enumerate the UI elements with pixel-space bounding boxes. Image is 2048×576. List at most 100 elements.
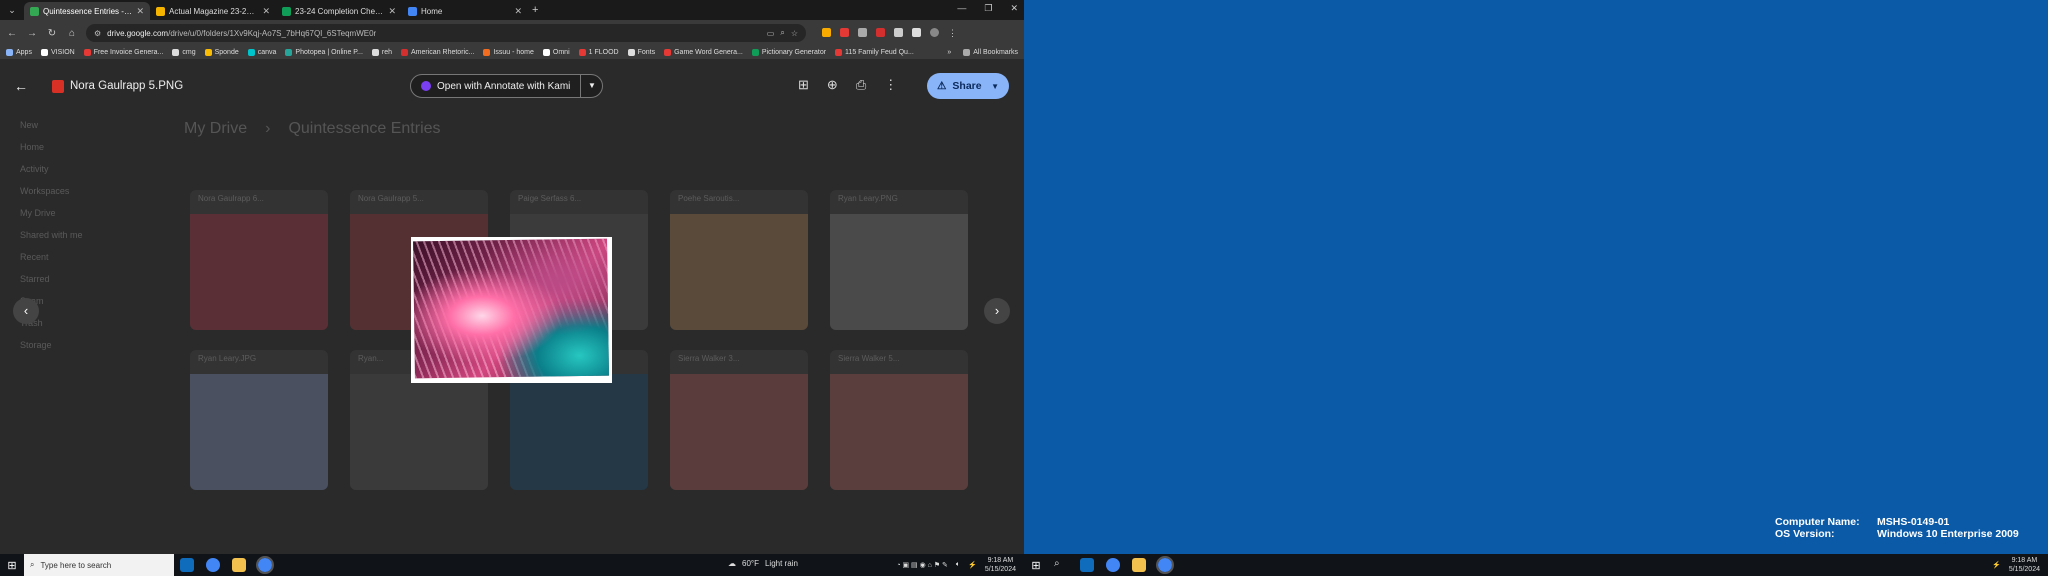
close-tab-icon[interactable]: ✕ — [136, 6, 144, 17]
back-icon[interactable]: ← — [6, 28, 18, 39]
address-bar[interactable]: ⚙ drive.google.com/drive/u/0/folders/1Xv… — [86, 24, 806, 42]
file-card[interactable]: Ryan Leary.JPG — [190, 350, 328, 490]
file-card[interactable]: Nora Gaulrapp 6... — [190, 190, 328, 330]
file-card[interactable]: Ryan Leary.PNG — [830, 190, 968, 330]
share-button[interactable]: ⚠ Share ▼ — [927, 73, 1009, 99]
close-viewer-arrow-icon[interactable]: ← — [14, 78, 34, 94]
bookmark-item[interactable]: Sponde — [204, 49, 239, 56]
windows-start-icon[interactable]: ⊞ — [1024, 559, 1048, 572]
add-to-folder-icon[interactable]: ⊞ — [798, 77, 809, 93]
tray-icons[interactable]: ◔ ▣ ▤ ◉ ⌂ ⚑ ✎ — [896, 561, 948, 569]
bookmark-item[interactable]: Omni — [542, 49, 570, 56]
previous-file-icon[interactable]: ‹ — [13, 298, 39, 324]
bookmark-item[interactable]: Apps — [6, 49, 32, 56]
breadcrumb-my-drive[interactable]: My Drive — [184, 120, 247, 138]
browser-tab[interactable]: Home ✕ — [402, 2, 528, 20]
extension-icon[interactable] — [840, 27, 849, 37]
clock[interactable]: 9:18 AM 5/15/2024 — [2009, 556, 2040, 574]
bookmark-item[interactable]: Game Word Genera... — [664, 49, 743, 56]
sidebar-item[interactable]: Workspaces — [20, 186, 83, 196]
sidebar-item[interactable]: Shared with me — [20, 230, 83, 240]
open-with-button[interactable]: Open with Annotate with Kami ▼ — [410, 74, 604, 98]
bookmark-item[interactable]: VISION — [40, 49, 75, 56]
extension-icon[interactable] — [894, 27, 903, 37]
clock[interactable]: 9:18 AM 5/15/2024 — [985, 556, 1016, 574]
close-tab-icon[interactable]: ✕ — [262, 6, 270, 17]
maximize-icon[interactable]: ❐ — [984, 3, 992, 14]
print-icon[interactable]: ⎙ — [856, 77, 866, 93]
extensions-puzzle-icon[interactable] — [912, 27, 921, 37]
bookmark-item[interactable]: 1 FLOOD — [578, 49, 619, 56]
add-comment-icon[interactable]: ⊕ — [827, 77, 838, 93]
chrome-active-icon[interactable] — [256, 556, 274, 574]
network-icon[interactable]: ⚡ — [1992, 561, 2001, 569]
extension-icon[interactable] — [876, 27, 885, 37]
minimize-icon[interactable]: — — [957, 3, 966, 14]
outlook-icon[interactable] — [1080, 558, 1094, 572]
file-card[interactable]: Sierra Walker 3... — [670, 350, 808, 490]
sidebar-item[interactable]: My Drive — [20, 208, 83, 218]
viewer-actions: ⊞ ⊕ ⎙ ⋮ — [798, 77, 897, 93]
file-explorer-icon[interactable] — [232, 558, 246, 572]
image-preview[interactable] — [411, 237, 612, 383]
windows-start-icon[interactable]: ⊞ — [0, 559, 24, 572]
home-icon[interactable]: ⌂ — [66, 28, 78, 39]
browser-tab[interactable]: Quintessence Entries - Google✕ — [24, 2, 150, 20]
tab-search-icon[interactable]: ⌄ — [4, 2, 20, 18]
more-bookmarks-icon[interactable]: » — [947, 49, 951, 56]
all-bookmarks-folder[interactable]: All Bookmarks — [963, 49, 1018, 56]
taskbar-search-box[interactable]: ⌕ Type here to search — [24, 554, 174, 576]
weather-widget[interactable]: ☁ 60°F Light rain — [728, 559, 798, 568]
sidebar-item[interactable]: Home — [20, 142, 83, 152]
more-actions-icon[interactable]: ⋮ — [884, 77, 897, 93]
next-file-icon[interactable]: › — [984, 298, 1010, 324]
site-info-icon[interactable]: ⚙ — [94, 29, 101, 38]
bookmark-item[interactable]: reh — [371, 49, 392, 56]
chrome-icon[interactable] — [206, 558, 220, 572]
bookmark-item[interactable]: 115 Family Feud Qu... — [835, 49, 914, 56]
browser-tab[interactable]: Actual Magazine 23-24 - Goog✕ — [150, 2, 276, 20]
bookmark-item[interactable]: American Rhetoric... — [401, 49, 474, 56]
network-icon[interactable]: ⚡ — [968, 561, 977, 569]
extension-icon[interactable] — [858, 27, 867, 37]
reload-icon[interactable]: ↻ — [46, 28, 58, 39]
file-card[interactable]: Sierra Walker 5... — [830, 350, 968, 490]
bookmark-item[interactable]: Issuu - home — [483, 49, 534, 56]
file-card[interactable]: Poehe Saroutis... — [670, 190, 808, 330]
bookmark-item[interactable]: canva — [247, 49, 276, 56]
volume-icon[interactable]: 🔈︎ — [956, 561, 960, 569]
close-window-icon[interactable]: ✕ — [1010, 3, 1018, 14]
extension-icon[interactable] — [822, 27, 831, 37]
computer-name: MSHS-0149-01 — [1877, 516, 1950, 528]
browser-menu-icon[interactable]: ⋮ — [948, 28, 957, 39]
outlook-icon[interactable] — [180, 558, 194, 572]
breadcrumb-current-folder[interactable]: Quintessence Entries — [288, 120, 440, 138]
forward-icon[interactable]: → — [26, 28, 38, 39]
share-dropdown-icon[interactable]: ▼ — [991, 82, 999, 91]
sidebar-item[interactable]: Storage — [20, 340, 83, 350]
bookmark-item[interactable]: Photopea | Online P... — [285, 49, 363, 56]
close-tab-icon[interactable]: ✕ — [514, 6, 522, 17]
bookmark-item[interactable]: Fonts — [627, 49, 655, 56]
sidebar-item[interactable]: New — [20, 120, 83, 130]
sidebar-item[interactable]: Recent — [20, 252, 83, 262]
browser-tab[interactable]: 23-24 Completion Check - Goo✕ — [276, 2, 402, 20]
open-with-dropdown-icon[interactable]: ▼ — [580, 74, 602, 98]
cast-icon[interactable]: ▭ — [767, 29, 775, 38]
bookmark-item[interactable]: Pictionary Generator — [751, 49, 826, 56]
bookmark-item[interactable]: Free Invoice Genera... — [83, 49, 163, 56]
zoom-icon[interactable]: ⌕ — [780, 28, 784, 38]
tab-strip: ⌄ Quintessence Entries - Google✕Actual M… — [0, 0, 1024, 20]
chrome-active-icon[interactable] — [1156, 556, 1174, 574]
close-tab-icon[interactable]: ✕ — [388, 6, 396, 17]
file-explorer-icon[interactable] — [1132, 558, 1146, 572]
chrome-icon[interactable] — [1106, 558, 1120, 572]
sidebar-item[interactable]: Activity — [20, 164, 83, 174]
bookmark-star-icon[interactable]: ☆ — [791, 29, 798, 38]
new-tab-button[interactable]: + — [532, 4, 538, 16]
profile-avatar[interactable] — [930, 27, 939, 37]
bookmark-item[interactable]: cmg — [172, 49, 196, 56]
search-icon[interactable]: ⌕ — [1054, 558, 1068, 572]
file-card-title: Ryan Leary.PNG — [838, 194, 898, 203]
sidebar-item[interactable]: Starred — [20, 274, 83, 284]
